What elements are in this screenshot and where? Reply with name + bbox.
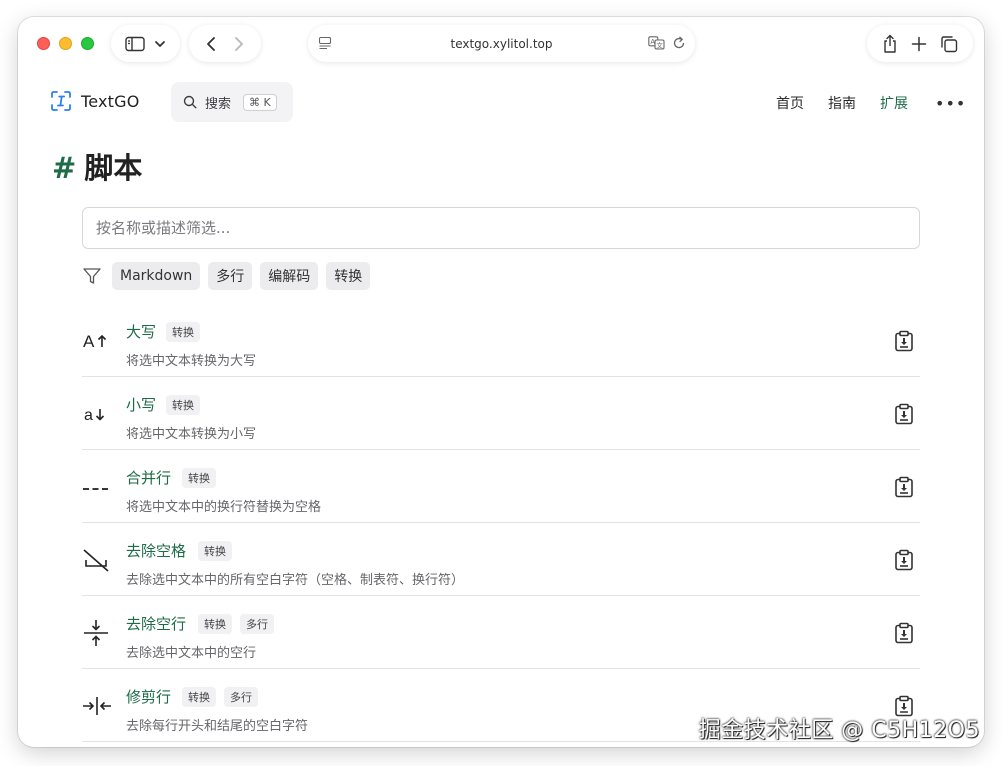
translate-icon[interactable]: A文	[648, 36, 665, 50]
clipboard-install-icon[interactable]	[892, 621, 916, 645]
merge-lines-icon	[82, 474, 114, 500]
nav-home[interactable]: 首页	[776, 93, 804, 113]
trim-lines-icon	[82, 693, 114, 719]
nav-guide[interactable]: 指南	[828, 93, 856, 113]
badge: 转换	[166, 395, 200, 415]
share-icon[interactable]	[882, 34, 898, 54]
search-shortcut: ⌘ K	[243, 93, 277, 111]
minimize-window-button[interactable]	[59, 37, 72, 50]
search-label: 搜索	[205, 96, 232, 112]
script-list: A 大写 转换 将选中文本转换为大写 a 小写 转换 将选中文本转换为小写 合并…	[82, 304, 920, 742]
script-row: a 小写 转换 将选中文本转换为小写	[82, 377, 920, 450]
badge: 转换	[182, 687, 216, 707]
browser-toolbar: textgo.xylitol.top A文	[18, 17, 984, 73]
browser-window: textgo.xylitol.top A文 TextGO 搜索 ⌘ K 首页 指…	[18, 17, 984, 747]
badge-group: 转换	[198, 541, 240, 561]
more-icon[interactable]: •••	[935, 94, 966, 113]
script-name[interactable]: 大写	[126, 321, 156, 342]
search-button[interactable]: 搜索 ⌘ K	[171, 82, 293, 122]
filter-input[interactable]	[82, 207, 920, 249]
back-icon[interactable]	[205, 36, 217, 52]
clipboard-install-icon[interactable]	[892, 402, 916, 426]
filter-icon	[82, 266, 102, 286]
clipboard-install-icon[interactable]	[892, 548, 916, 572]
tag-multiline[interactable]: 多行	[208, 262, 253, 290]
clipboard-install-icon[interactable]	[892, 475, 916, 499]
uppercase-icon: A	[82, 328, 114, 354]
svg-text:a: a	[84, 407, 93, 424]
badge: 转换	[198, 614, 232, 634]
script-row: 去除空格 转换 去除选中文本中的所有空白字符（空格、制表符、换行符）	[82, 523, 920, 596]
zoom-window-button[interactable]	[81, 37, 94, 50]
tag-markdown[interactable]: Markdown	[112, 262, 201, 290]
badge: 转换	[166, 322, 200, 342]
script-description: 去除每行开头和结尾的空白字符	[126, 719, 309, 734]
forward-icon[interactable]	[233, 36, 245, 52]
svg-text:文: 文	[656, 40, 663, 49]
sidebar-toggle-group	[111, 25, 180, 62]
sidebar-icon[interactable]	[125, 36, 145, 52]
badge: 转换	[198, 541, 232, 561]
textgo-logo-icon	[50, 90, 72, 112]
badge-group: 转换 多行	[182, 687, 266, 707]
page-title: # 脚本	[52, 145, 142, 187]
title-text: 脚本	[84, 151, 143, 185]
site-logo[interactable]: TextGO	[50, 90, 140, 112]
top-nav: 首页 指南 扩展 •••	[776, 93, 966, 113]
svg-text:A: A	[83, 332, 95, 351]
nav-extensions[interactable]: 扩展	[880, 93, 908, 113]
script-description: 将选中文本中的换行符替换为空格	[126, 500, 322, 515]
script-row: 合并行 转换 将选中文本中的换行符替换为空格	[82, 450, 920, 523]
search-icon	[183, 95, 197, 109]
script-name[interactable]: 小写	[126, 394, 156, 415]
tag-codec[interactable]: 编解码	[260, 262, 319, 290]
badge-group: 转换	[166, 322, 208, 342]
script-description: 去除选中文本中的空行	[126, 646, 257, 661]
badge-group: 转换	[182, 468, 224, 488]
script-name[interactable]: 修剪行	[126, 686, 171, 707]
title-hash: #	[52, 151, 77, 185]
badge: 多行	[224, 687, 258, 707]
history-nav-group	[189, 25, 261, 62]
watermark: 掘金技术社区 @ C5H12O5	[698, 718, 980, 743]
script-name[interactable]: 去除空格	[126, 540, 186, 561]
close-window-button[interactable]	[37, 37, 50, 50]
script-row: 去除空行 转换 多行 去除选中文本中的空行	[82, 596, 920, 669]
script-name[interactable]: 去除空行	[126, 613, 186, 634]
script-row: A 大写 转换 将选中文本转换为大写	[82, 304, 920, 377]
clipboard-install-icon[interactable]	[892, 329, 916, 353]
site-name: TextGO	[81, 91, 140, 111]
tab-overview-icon[interactable]	[940, 35, 958, 53]
url-text: textgo.xylitol.top	[450, 37, 553, 51]
browser-actions-group	[867, 25, 973, 62]
script-name[interactable]: 合并行	[126, 467, 171, 488]
tag-convert[interactable]: 转换	[326, 262, 371, 290]
remove-spaces-icon	[82, 547, 114, 573]
badge-group: 转换	[166, 395, 208, 415]
remove-empty-lines-icon	[82, 620, 114, 646]
new-tab-icon[interactable]	[911, 36, 927, 52]
badge: 转换	[182, 468, 216, 488]
script-description: 将选中文本转换为小写	[126, 427, 257, 442]
chevron-down-icon[interactable]	[154, 40, 166, 48]
address-bar[interactable]: textgo.xylitol.top A文	[308, 25, 695, 62]
badge-group: 转换 多行	[198, 614, 282, 634]
badge: 多行	[240, 614, 274, 634]
script-description: 将选中文本转换为大写	[126, 354, 257, 369]
tag-filter-row: Markdown 多行 编解码 转换	[82, 262, 378, 290]
lowercase-icon: a	[82, 401, 114, 427]
reload-icon[interactable]	[673, 36, 686, 50]
script-description: 去除选中文本中的所有空白字符（空格、制表符、换行符）	[126, 573, 465, 588]
